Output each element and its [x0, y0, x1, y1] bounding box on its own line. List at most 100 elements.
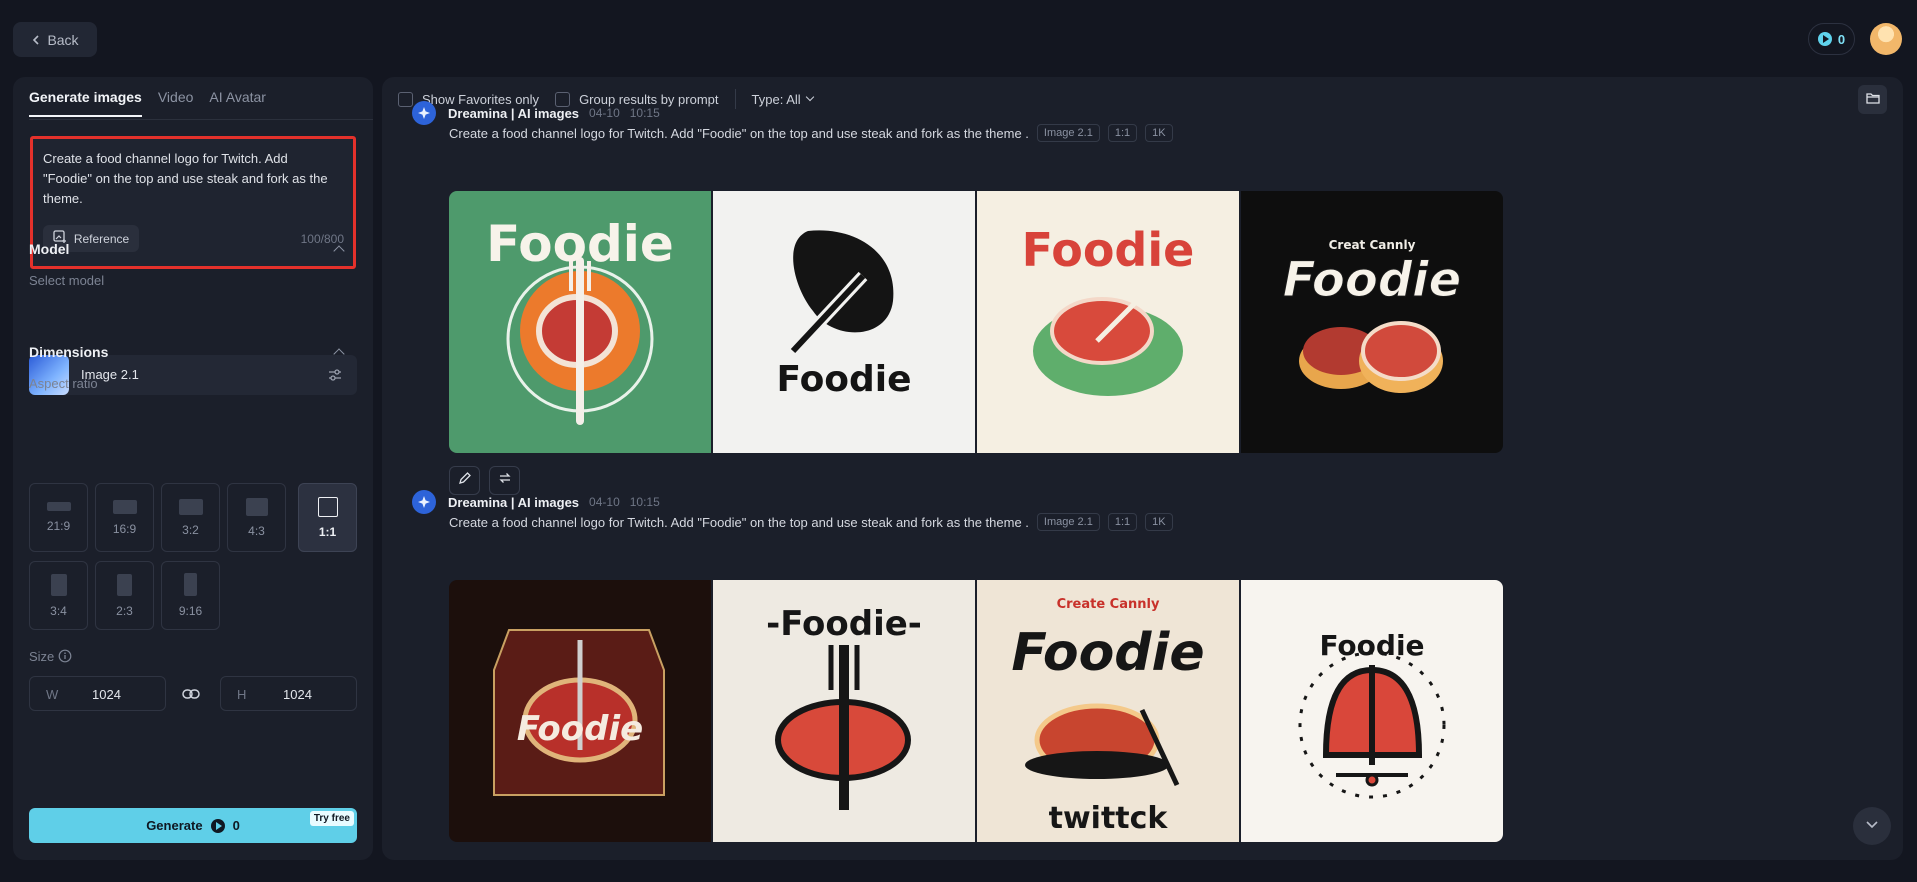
ratio-option-1-1[interactable]: 1:1 [298, 483, 357, 552]
image-top-text: Creat Cannly [1329, 238, 1416, 252]
result-group-header: Dreamina | AI images 04-10 10:15 [412, 490, 660, 514]
ratio-shape [46, 502, 71, 511]
type-dropdown[interactable]: Type: All [751, 91, 814, 107]
top-bar: Back 0 [0, 0, 1917, 78]
generated-image[interactable]: Foodie [449, 191, 711, 453]
generated-image[interactable]: -Foodie- [713, 580, 975, 842]
credits-badge[interactable]: 0 [1808, 23, 1855, 55]
chevron-left-icon [31, 32, 41, 48]
source-label: Dreamina | AI images [448, 494, 580, 510]
ratio-label: 3:4 [50, 603, 67, 618]
image-bottom-text: twittck [1049, 801, 1169, 836]
generated-image[interactable]: Foodie [977, 191, 1239, 453]
result-prompt-text[interactable]: Create a food channel logo for Twitch. A… [449, 515, 1029, 530]
ratio-label: 1:1 [318, 524, 337, 539]
dreamina-logo-icon [412, 490, 436, 514]
width-value[interactable]: 1024 [92, 687, 121, 702]
result-prompt: Create a food channel logo for Twitch. A… [449, 513, 1173, 531]
avatar[interactable] [1870, 23, 1902, 55]
model-section-title: Model [29, 241, 70, 257]
refresh-icon [498, 471, 512, 490]
result-time: 10:15 [629, 495, 660, 509]
result-prompt-text[interactable]: Create a food channel logo for Twitch. A… [449, 126, 1029, 141]
image-caption: Foodie [1283, 252, 1461, 308]
model-tag: Image 2.1 [1036, 124, 1100, 142]
ratio-option-2-3[interactable]: 2:3 [95, 561, 154, 630]
source-label: Dreamina | AI images [448, 105, 580, 121]
result-group-header: Dreamina | AI images 04-10 10:15 [412, 101, 660, 125]
credit-coin-icon [210, 818, 225, 833]
image-caption: Foodie [1319, 629, 1424, 662]
folder-icon [1865, 91, 1880, 109]
generated-image[interactable]: Create Cannly Foodie twittck [977, 580, 1239, 842]
type-label: Type: All [751, 91, 801, 107]
generated-image[interactable]: Foodie [449, 580, 711, 842]
tabs-divider [29, 119, 373, 120]
generate-button[interactable]: Generate 0 Try free [29, 808, 357, 843]
tab-video[interactable]: Video [158, 89, 194, 117]
ratio-option-9-16[interactable]: 9:16 [161, 561, 220, 630]
image-grid: Foodie -Foodie- Create Cannly Foodie twi… [449, 580, 1503, 842]
credits-count: 0 [1837, 31, 1846, 47]
ratio-label: 4:3 [248, 523, 265, 538]
generate-cost: 0 [232, 818, 240, 833]
prompt-input[interactable]: Create a food channel logo for Twitch. A… [30, 136, 356, 269]
prompt-text[interactable]: Create a food channel logo for Twitch. A… [43, 149, 333, 209]
image-caption: Foodie [517, 709, 643, 749]
back-label: Back [47, 31, 79, 48]
image-caption: Foodie [1011, 623, 1204, 683]
height-prefix: H [237, 687, 247, 702]
image-grid: Foodie Foodie Foodie Creat Cannly Foodie [449, 191, 1503, 453]
sliders-icon[interactable] [327, 367, 343, 383]
image-caption: -Foodie- [766, 604, 922, 644]
folder-button[interactable] [1858, 85, 1887, 114]
ratio-shape [117, 573, 132, 596]
result-date: 04-10 [589, 106, 620, 120]
image-caption: Foodie [1022, 223, 1195, 277]
mode-tabs: Generate images Video AI Avatar [29, 89, 266, 117]
generate-label: Generate [146, 818, 203, 833]
char-counter: 100/800 [300, 232, 344, 246]
image-top-text: Create Cannly [1057, 597, 1160, 612]
scroll-down-button[interactable] [1853, 807, 1891, 845]
pencil-icon [458, 471, 472, 490]
link-icon[interactable] [182, 686, 200, 707]
chevron-down-icon [805, 92, 814, 102]
favorites-checkbox[interactable] [398, 91, 413, 107]
divider [734, 89, 736, 109]
back-button[interactable]: Back [13, 22, 97, 57]
width-field[interactable]: W 1024 [29, 676, 166, 711]
generator-panel: Generate images Video AI Avatar Create a… [13, 77, 373, 860]
try-free-badge: Try free [309, 811, 354, 826]
generated-image[interactable]: Foodie [713, 191, 975, 453]
image-caption: Foodie [486, 215, 674, 273]
tab-ai-avatar[interactable]: AI Avatar [209, 89, 266, 117]
image-caption: Foodie [776, 359, 911, 400]
tab-generate-images[interactable]: Generate images [29, 89, 142, 117]
model-tag: Image 2.1 [1036, 513, 1100, 531]
ratio-shape [178, 498, 203, 515]
ratio-tag: 1:1 [1107, 124, 1138, 142]
result-prompt: Create a food channel logo for Twitch. A… [449, 124, 1173, 142]
aspect-ratio-label: Aspect ratio [29, 376, 98, 391]
ratio-option-16-9[interactable]: 16:9 [95, 483, 154, 552]
height-field[interactable]: H 1024 [220, 676, 357, 711]
select-model-label: Select model [29, 273, 105, 288]
generated-image[interactable]: Creat Cannly Foodie [1241, 191, 1503, 453]
height-value[interactable]: 1024 [283, 687, 312, 702]
ratio-label: 9:16 [178, 604, 203, 618]
width-prefix: W [46, 687, 59, 702]
reference-label: Reference [73, 231, 130, 246]
ratio-option-3-4[interactable]: 3:4 [29, 561, 88, 630]
results-panel: Show Favorites only Group results by pro… [382, 77, 1903, 860]
ratio-option-3-2[interactable]: 3:2 [161, 483, 220, 552]
chevron-down-icon [1865, 817, 1879, 835]
result-time: 10:15 [629, 106, 660, 120]
ratio-option-4-3[interactable]: 4:3 [227, 483, 286, 552]
ratio-shape [184, 573, 197, 596]
info-icon[interactable] [58, 649, 72, 668]
ratio-shape [112, 499, 137, 514]
generated-image[interactable]: Foodie [1241, 580, 1503, 842]
dimensions-section-title: Dimensions [29, 344, 109, 360]
ratio-option-21-9[interactable]: 21:9 [29, 483, 88, 552]
